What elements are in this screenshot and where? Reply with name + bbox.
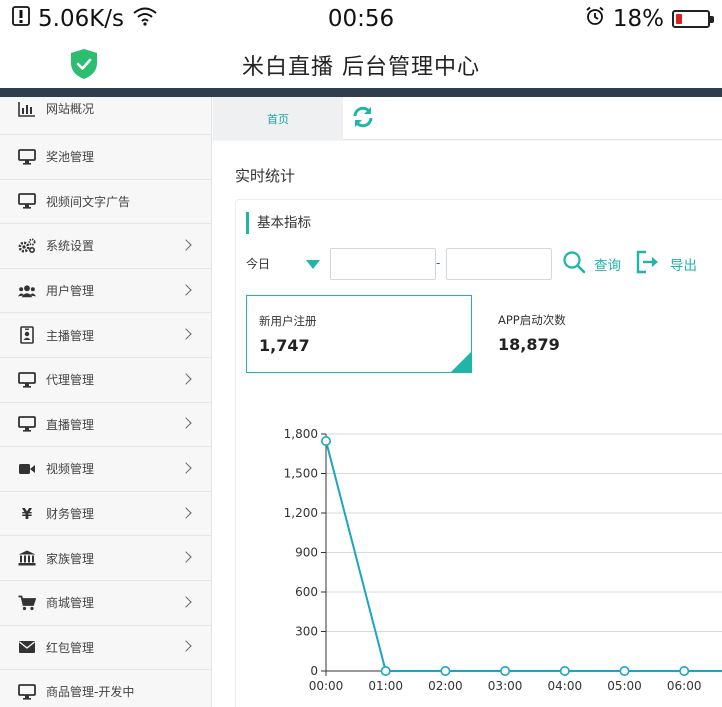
y-tick-label: 1,500	[284, 467, 318, 481]
chevron-right-icon	[180, 328, 192, 340]
envelope-icon	[18, 638, 36, 656]
monitor-icon	[18, 192, 36, 210]
chevron-right-icon	[180, 373, 192, 385]
sidebar-item-label: 代理管理	[46, 373, 95, 388]
bank-icon	[18, 549, 36, 567]
y-tick-label: 600	[295, 585, 318, 599]
sidebar-item-finance-management[interactable]: ¥ 财务管理	[0, 492, 211, 537]
sidebar-item-video-management[interactable]: 视频管理	[0, 447, 211, 492]
sidebar: 网站概况 奖池管理 视频间文字广告 系统设置 用户管理 主播管理 代理管理 直播…	[0, 97, 212, 707]
battery-icon	[672, 10, 714, 28]
chevron-right-icon	[180, 506, 192, 519]
gears-icon	[18, 237, 36, 255]
yen-icon: ¥	[21, 504, 33, 523]
battery-percent: 18%	[612, 6, 664, 32]
sidebar-item-label: 用户管理	[46, 284, 95, 299]
data-point[interactable]	[500, 665, 511, 676]
sidebar-item-mall-management[interactable]: 商城管理	[0, 581, 211, 626]
chevron-right-icon	[180, 596, 192, 608]
sidebar-item-system-settings[interactable]: 系统设置	[0, 224, 211, 269]
x-tick-label: 03:00	[488, 679, 523, 693]
chevron-right-icon	[180, 640, 192, 652]
sidebar-item-label: 主播管理	[46, 328, 95, 343]
alarm-icon	[585, 6, 605, 32]
status-bar: 5.06K/s 00:56 18%	[0, 0, 722, 40]
video-camera-icon	[18, 460, 36, 478]
app-header: 米白直播 后台管理中心	[0, 40, 722, 88]
series-line	[325, 440, 722, 672]
sidebar-item-label: 直播管理	[46, 417, 95, 432]
data-point[interactable]	[619, 665, 630, 676]
refresh-icon[interactable]	[351, 105, 375, 133]
sidebar-item-label: 家族管理	[46, 551, 95, 566]
main-area: 首页 实时统计 基本指标 今日 - 查询 导出 新用户注册 1,747 APP启…	[213, 97, 722, 707]
sidebar-item-product-management[interactable]: 商品管理-开发中	[0, 670, 211, 707]
x-tick-label: 04:00	[548, 679, 583, 693]
sidebar-item-label: 系统设置	[46, 239, 95, 254]
y-tick-label: 900	[295, 546, 318, 560]
sidebar-item-label: 视频间文字广告	[46, 194, 131, 209]
bar-chart-icon	[18, 100, 36, 118]
chevron-right-icon	[180, 283, 192, 296]
data-point[interactable]	[559, 665, 570, 676]
x-tick-label: 05:00	[607, 679, 642, 693]
monitor-icon	[18, 683, 36, 701]
status-right: 18%	[585, 6, 714, 32]
id-badge-icon	[18, 326, 36, 344]
sidebar-item-site-overview[interactable]: 网站概况	[0, 97, 211, 135]
y-tick-label: 300	[295, 625, 318, 639]
sidebar-item-label: 红包管理	[46, 640, 95, 655]
sidebar-item-agent-management[interactable]: 代理管理	[0, 358, 211, 403]
monitor-icon	[18, 148, 36, 166]
sidebar-item-label: 商品管理-开发中	[46, 685, 135, 700]
tab-home[interactable]: 首页	[213, 97, 343, 140]
users-icon	[18, 282, 36, 300]
data-point[interactable]	[380, 665, 391, 676]
data-point[interactable]	[440, 665, 451, 676]
monitor-icon	[18, 371, 36, 389]
y-tick-label: 0	[310, 664, 318, 678]
battery-fill	[676, 14, 683, 24]
tab-bar: 首页	[213, 97, 722, 140]
sidebar-item-label: 视频管理	[46, 462, 95, 477]
sidebar-item-live-management[interactable]: 直播管理	[0, 403, 211, 448]
sidebar-item-video-text-ad[interactable]: 视频间文字广告	[0, 180, 211, 225]
y-tick-label: 1,200	[284, 506, 318, 520]
chevron-right-icon	[180, 239, 192, 251]
sidebar-item-user-management[interactable]: 用户管理	[0, 269, 211, 314]
x-tick-label: 02:00	[428, 679, 463, 693]
y-tick-label: 1,800	[284, 427, 318, 441]
monitor-icon	[18, 415, 36, 433]
chevron-right-icon	[180, 551, 192, 563]
sidebar-item-label: 奖池管理	[46, 150, 95, 165]
sidebar-item-jackpot[interactable]: 奖池管理	[0, 135, 211, 180]
data-point[interactable]	[321, 435, 332, 446]
sidebar-item-family-management[interactable]: 家族管理	[0, 536, 211, 581]
header-divider	[0, 88, 722, 97]
x-tick-label: 06:00	[667, 679, 702, 693]
page-title: 米白直播 后台管理中心	[242, 55, 480, 80]
chevron-right-icon	[180, 462, 192, 474]
x-tick-label: 00:00	[309, 679, 344, 693]
chevron-right-icon	[180, 417, 192, 430]
data-point[interactable]	[679, 665, 690, 676]
cart-icon	[18, 594, 36, 612]
line-chart: 0 300 600 900 1,200 1,500 1,800 00:00 01:00 02:00…	[284, 427, 722, 693]
sidebar-item-host-management[interactable]: 主播管理	[0, 313, 211, 358]
sidebar-item-label: 网站概况	[46, 102, 95, 116]
x-tick-label: 01:00	[368, 679, 403, 693]
sidebar-item-label: 商城管理	[46, 596, 95, 611]
sidebar-item-label: 财务管理	[46, 507, 95, 522]
sidebar-item-red-packet-management[interactable]: 红包管理	[0, 626, 211, 671]
content-panel: 实时统计 基本指标 今日 - 查询 导出 新用户注册 1,747 APP启动次数…	[213, 141, 722, 707]
